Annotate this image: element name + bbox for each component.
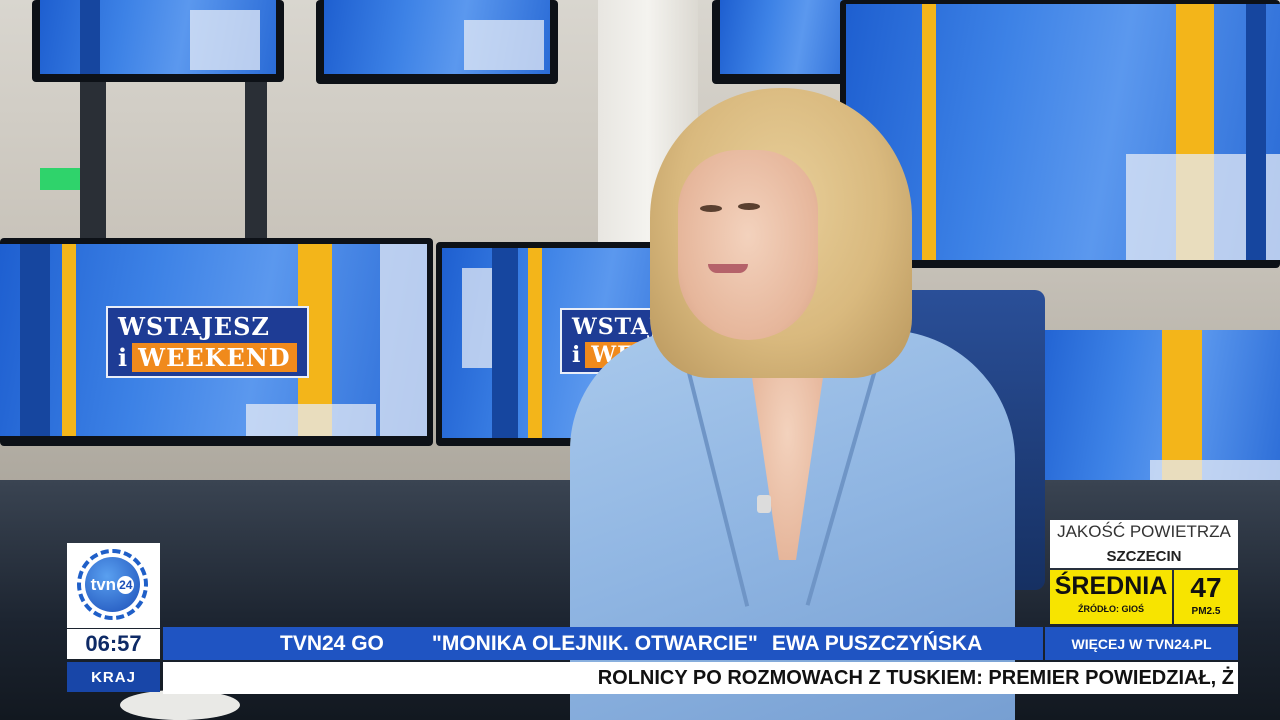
channel-logo-mark: tvn 24 [85, 557, 140, 612]
studio-monitor-top-1 [32, 0, 284, 82]
air-quality-more-link: WIĘCEJ W TVN24.PL [1045, 627, 1238, 660]
channel-logo: tvn 24 [67, 543, 160, 628]
show-logo: WSTAJESZ i WEEKEND [106, 306, 309, 378]
show-title: "MONIKA OLEJNIK. OTWARCIE" [431, 631, 758, 655]
studio-beam-mid [245, 80, 267, 240]
presenter-eye-right [738, 203, 760, 210]
presenter-smile [708, 264, 748, 273]
coffee-saucer [120, 690, 240, 720]
air-quality-city: SZCZECIN [1050, 544, 1238, 568]
air-quality-title: JAKOŚĆ POWIETRZA [1050, 520, 1238, 544]
section-label: KRAJ [67, 662, 160, 692]
news-ticker: ROLNICY PO ROZMOWACH Z TUSKIEM: PREMIER … [163, 662, 1238, 694]
studio-scene: WSTAJESZ i WEEKEND WSTAJESZ i WEEKEND [0, 0, 1280, 720]
air-quality-value-box: 47 PM2.5 [1174, 570, 1238, 624]
broadcast-clock: 06:57 [67, 629, 160, 659]
channel-logo-number: 24 [117, 575, 135, 594]
exit-sign [40, 168, 80, 190]
air-quality-value: 47 [1190, 572, 1222, 603]
channel-logo-text: tvn [90, 574, 117, 594]
presenter-face [678, 150, 818, 340]
air-quality-level-box: ŚREDNIA ŹRÓDŁO: GIOŚ [1050, 570, 1172, 624]
show-logo-prefix: i [118, 343, 129, 372]
show-logo-line1: WSTAJESZ [118, 312, 270, 341]
lapel-microphone [757, 495, 771, 513]
show-logo-word: WEEKEND [132, 343, 297, 372]
studio-monitor-top-2 [316, 0, 558, 84]
studio-monitor-mid-left: WSTAJESZ i WEEKEND [0, 238, 433, 446]
air-quality-source: ŹRÓDŁO: GIOŚ [1078, 604, 1144, 614]
studio-beam-left [80, 80, 106, 240]
show-logo-secondary-prefix: i [572, 342, 582, 368]
program-bar: TVN24 GO "MONIKA OLEJNIK. OTWARCIE" EWA … [163, 627, 1043, 660]
presenter-eye-left [700, 205, 722, 212]
promo-label: TVN24 GO [280, 631, 384, 655]
air-quality-unit: PM2.5 [1191, 606, 1221, 617]
guest-name: EWA PUSZCZYŃSKA [771, 631, 983, 655]
air-quality-level: ŚREDNIA [1054, 572, 1168, 600]
